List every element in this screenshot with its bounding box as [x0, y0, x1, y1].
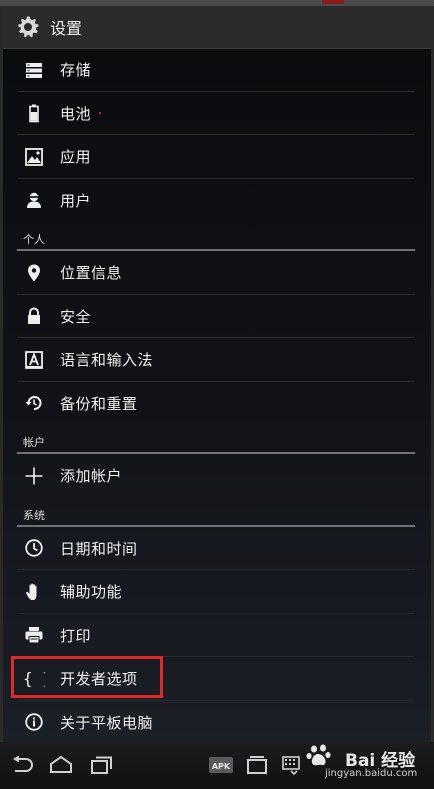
- battery-icon: [22, 101, 46, 125]
- navigation-bar: APK Bai 经验 jingyan.baidu.com: [0, 742, 434, 789]
- settings-item-label: 备份和重置: [60, 394, 138, 413]
- location-icon: [22, 261, 46, 285]
- settings-item-date-time[interactable]: 日期和时间: [3, 527, 431, 570]
- storage-icon: [22, 58, 46, 82]
- settings-item-label: 用户: [60, 191, 92, 210]
- backup-icon: [22, 391, 46, 415]
- section-header-label: 帐户: [23, 436, 45, 449]
- settings-item-label: 辅助功能: [60, 583, 123, 602]
- recent-apps-icon[interactable]: [86, 752, 116, 778]
- settings-list: 存储 电池 应用 用户 个人 位置信息 安全 语言和输入法 备份和重置 帐户 添…: [3, 48, 431, 742]
- back-icon[interactable]: [8, 752, 38, 778]
- watermark-url: jingyan.baidu.com: [325, 768, 418, 779]
- section-header-accounts: 帐户: [3, 425, 431, 454]
- settings-item-language[interactable]: 语言和输入法: [3, 338, 431, 382]
- settings-item-add-account[interactable]: 添加帐户: [3, 454, 431, 498]
- lock-icon: [22, 304, 46, 328]
- settings-item-label: 语言和输入法: [60, 351, 154, 370]
- settings-item-label: 存储: [60, 61, 92, 80]
- settings-item-accessibility[interactable]: 辅助功能: [3, 570, 431, 614]
- settings-item-label: 安全: [60, 307, 92, 326]
- add-icon: [22, 464, 46, 488]
- printer-icon: [22, 623, 46, 647]
- settings-item-about-tablet[interactable]: 关于平板电脑: [3, 701, 431, 743]
- settings-item-apps[interactable]: 应用: [3, 135, 431, 179]
- settings-item-security[interactable]: 安全: [3, 295, 431, 338]
- gear-icon[interactable]: [15, 14, 41, 40]
- section-header-label: 个人: [23, 233, 45, 246]
- section-header-label: 系统: [23, 508, 45, 522]
- settings-screen: 设置 存储 电池 应用 用户 个人 位置信息 安全 语言和输入法 备份和重置 帐…: [3, 6, 431, 742]
- settings-item-label: 应用: [60, 148, 92, 167]
- status-indicator: [322, 0, 344, 4]
- settings-item-label: 打印: [60, 626, 92, 645]
- page-title: 设置: [50, 19, 83, 38]
- settings-item-label: 电池: [60, 104, 92, 123]
- apps-icon: [22, 145, 46, 169]
- user-icon: [22, 188, 46, 212]
- device-frame: 设置 存储 电池 应用 用户 个人 位置信息 安全 语言和输入法 备份和重置 帐…: [0, 0, 434, 789]
- settings-item-location[interactable]: 位置信息: [3, 251, 431, 295]
- home-icon[interactable]: [46, 752, 76, 778]
- window-switcher-icon[interactable]: [242, 752, 272, 778]
- settings-item-label: 日期和时间: [60, 539, 138, 558]
- hand-icon: [22, 580, 46, 604]
- language-icon: [22, 348, 46, 372]
- settings-item-battery[interactable]: 电池: [3, 92, 431, 135]
- baidu-jingyan-watermark: Bai 经验 jingyan.baidu.com: [303, 744, 428, 784]
- apk-label: APK: [212, 762, 231, 771]
- settings-item-label: 位置信息: [60, 264, 123, 283]
- section-header-system: 系统: [3, 498, 431, 527]
- info-icon: [22, 710, 46, 734]
- settings-item-label: 添加帐户: [60, 467, 123, 486]
- stray-mark: [99, 112, 101, 114]
- developer-options-highlight: [11, 656, 163, 698]
- apk-installer-button[interactable]: APK: [206, 752, 236, 778]
- section-header-personal: 个人: [3, 222, 431, 251]
- action-bar: 设置: [3, 6, 431, 49]
- settings-item-print[interactable]: 打印: [3, 614, 431, 657]
- settings-item-label: 关于平板电脑: [60, 713, 154, 732]
- settings-item-storage[interactable]: 存储: [3, 48, 431, 92]
- settings-item-backup[interactable]: 备份和重置: [3, 382, 431, 426]
- settings-item-users[interactable]: 用户: [3, 179, 431, 223]
- clock-icon: [22, 536, 46, 560]
